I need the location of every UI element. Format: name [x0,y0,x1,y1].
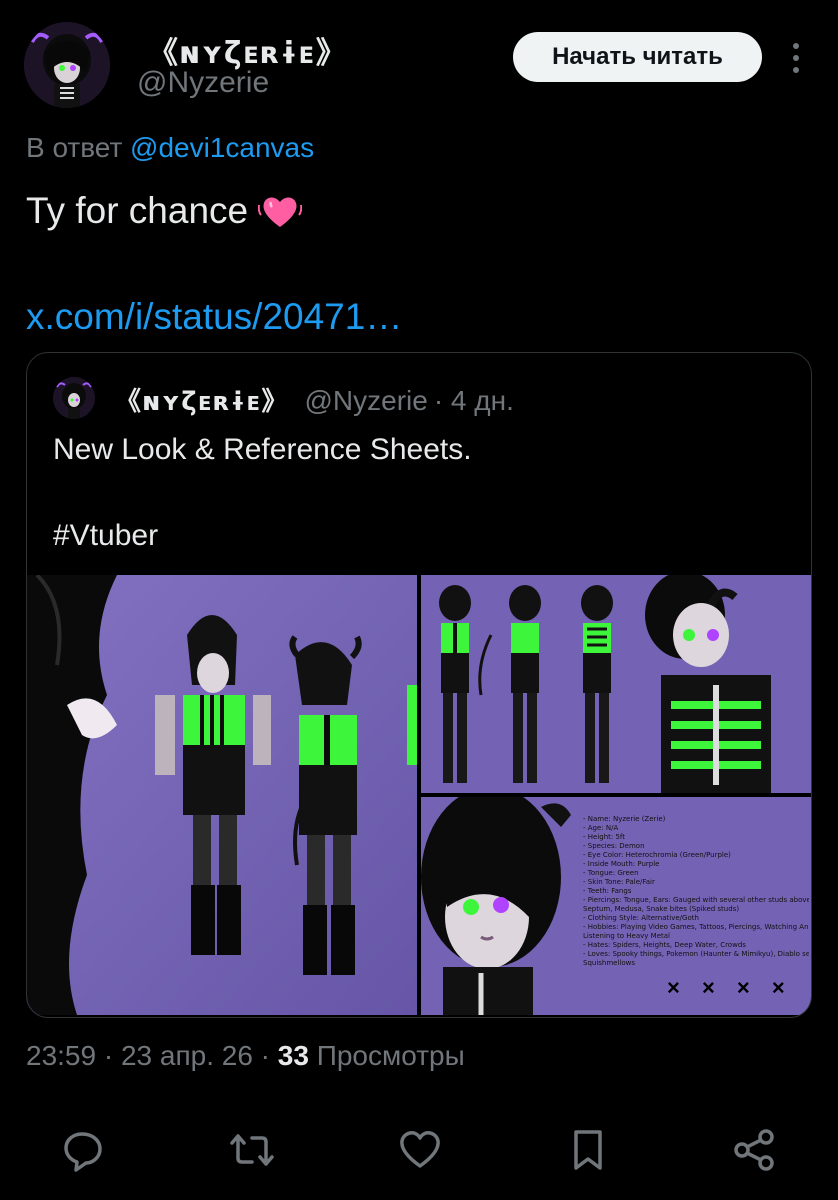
reply-icon[interactable] [62,1128,106,1172]
reference-sheet-line: - Inside Mouth: Purple [583,860,660,868]
quoted-handle[interactable]: @Nyzerie [304,385,427,417]
more-vertical-icon[interactable] [786,40,806,76]
follow-button[interactable]: Начать читать [513,32,762,82]
beating-heart-icon [258,197,303,227]
quoted-text-line-1: New Look & Reference Sheets. [53,433,472,466]
media-image-reference-sheet[interactable]: - Name: Nyzerie (Zerie) - Age: N/A - Heigh… [421,797,811,1015]
author-handle[interactable]: @Nyzerie [137,66,269,100]
reference-sheet-line: - Hates: Spiders, Heights, Deep Water, C… [583,941,746,949]
reply-context: В ответ @devi1canvas [26,132,314,164]
views-count: 33 [277,1040,309,1071]
share-icon[interactable] [732,1128,776,1172]
quoted-hashtag[interactable]: #Vtuber [53,519,158,553]
quoted-display-name[interactable]: 《ɴʏζᴇʀɨᴇ》 [115,381,288,418]
tweet-time[interactable]: 23:59 [26,1040,96,1071]
tweet-body: Ty for chance [26,190,249,231]
reference-sheet-line: - Tongue: Green [583,869,639,877]
tweet-date[interactable]: 23 апр. 26 [121,1040,253,1071]
tweet-text: Ty for chance [26,190,303,232]
reference-sheet-marks: × × × × [667,975,793,1000]
reference-sheet-line: - Teeth: Fangs [583,887,632,895]
tweet-meta: 23:59 · 23 апр. 26 · 33 Просмотры [26,1040,465,1072]
repost-icon[interactable] [230,1128,274,1172]
reference-sheet-line: - Skin Tone: Pale/Fair [583,878,655,886]
media-image-turnaround[interactable] [421,575,811,793]
reference-sheet-line: Squishmellows [583,959,636,967]
reference-sheet-line: - Loves: Spooky things, Pokemon (Haunter… [583,950,809,958]
tweet-link[interactable]: x.com/i/status/20471… [26,296,402,338]
reply-mention-link[interactable]: @devi1canvas [130,132,314,163]
reference-sheet-text: - Name: Nyzerie (Zerie) - Age: N/A - Heigh… [583,815,809,968]
reply-prefix: В ответ [26,132,123,163]
reference-sheet-line: Septum, Medusa, Snake bites (Spiked stud… [583,905,740,913]
meta-separator: · [252,1040,278,1071]
reference-sheet-line: - Name: Nyzerie (Zerie) [583,815,666,823]
reference-sheet-line: - Hobbies: Playing Video Games, Tattoos,… [583,923,809,931]
quoted-header: 《ɴʏζᴇʀɨᴇ》 @Nyzerie · 4 дн. [115,381,514,418]
action-bar [0,1128,838,1176]
tweet-page: 《ɴʏζᴇʀɨᴇ》 @Nyzerie Начать читать В ответ… [0,0,838,1200]
meta-separator: · [96,1040,121,1071]
reference-sheet-line: - Clothing Style: Alternative/Goth [583,914,699,922]
bookmark-icon[interactable] [566,1128,610,1172]
quoted-author-avatar[interactable] [53,377,95,419]
views-label: Просмотры [308,1040,465,1071]
reference-sheet-line: - Eye Color: Heterochromia (Green/Purple… [583,851,731,859]
reference-sheet-line: - Height: 5ft [583,833,626,841]
reference-sheet-line: - Species: Demon [583,842,645,850]
reference-sheet-line: - Piercings: Tongue, Ears: Gauged with s… [583,896,809,904]
quoted-tweet-card[interactable]: 《ɴʏζᴇʀɨᴇ》 @Nyzerie · 4 дн. New Look & Re… [26,352,812,1018]
author-avatar[interactable] [24,22,110,108]
media-image-full-body[interactable] [27,575,417,1015]
quoted-time: · 4 дн. [433,385,514,416]
like-icon[interactable] [398,1128,442,1172]
reference-sheet-line: Listening to Heavy Metal [583,932,670,940]
reference-sheet-line: - Age: N/A [583,824,619,832]
